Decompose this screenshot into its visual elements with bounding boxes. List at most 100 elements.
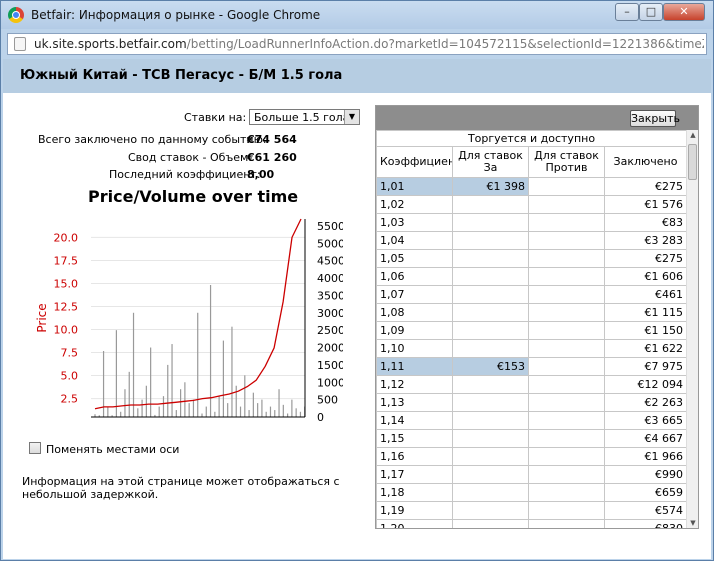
selection-value: Больше 1.5 гола — [254, 111, 350, 124]
matched-cell: €12 094 — [604, 375, 687, 394]
back-cell[interactable] — [452, 519, 529, 528]
table-row: 1,17 €990 — [376, 465, 687, 484]
lay-cell[interactable] — [528, 501, 605, 520]
table-row: 1,08 €1 115 — [376, 303, 687, 322]
lay-cell[interactable] — [528, 519, 605, 528]
back-cell[interactable] — [452, 321, 529, 340]
maximize-button[interactable]: □ — [639, 3, 663, 21]
odds-cell: 1,07 — [376, 285, 453, 304]
back-cell[interactable] — [452, 429, 529, 448]
matched-cell: €990 — [604, 465, 687, 484]
lay-cell[interactable] — [528, 267, 605, 286]
matched-cell: €7 975 — [604, 357, 687, 376]
table-row: 1,01 €1 398 €275 — [376, 177, 687, 196]
scroll-down-icon[interactable]: ▼ — [688, 518, 698, 528]
left-tick-label: 5.0 — [61, 370, 79, 383]
matched-cell: €1 150 — [604, 321, 687, 340]
back-cell[interactable] — [452, 303, 529, 322]
lay-cell[interactable] — [528, 285, 605, 304]
minimize-button[interactable]: – — [615, 3, 639, 21]
lay-cell[interactable] — [528, 429, 605, 448]
lay-cell[interactable] — [528, 231, 605, 250]
table-row: 1,20 €830 — [376, 519, 687, 528]
back-cell[interactable] — [452, 501, 529, 520]
url-host: uk.site.sports.betfair.com — [34, 37, 187, 51]
lay-cell[interactable] — [528, 357, 605, 376]
matched-cell: €1 606 — [604, 267, 687, 286]
odds-cell: 1,19 — [376, 501, 453, 520]
lay-cell[interactable] — [528, 213, 605, 232]
url-text[interactable]: uk.site.sports.betfair.com/betting/LoadR… — [34, 37, 704, 51]
right-tick-label: 2000 — [317, 342, 343, 355]
total-matched-label: Всего заключено по данному событию: — [38, 133, 267, 146]
matched-cell: €275 — [604, 177, 687, 196]
back-cell[interactable] — [452, 339, 529, 358]
back-cell[interactable] — [452, 483, 529, 502]
col-matched-header: Заключено — [604, 146, 687, 178]
back-cell[interactable] — [452, 393, 529, 412]
odds-cell: 1,02 — [376, 195, 453, 214]
left-tick-label: 20.0 — [54, 231, 79, 244]
matched-cell: €2 263 — [604, 393, 687, 412]
lay-cell[interactable] — [528, 303, 605, 322]
matched-cell: €1 576 — [604, 195, 687, 214]
group-header: Торгуется и доступно — [376, 130, 687, 147]
table-scrollbar[interactable]: ▲ ▼ — [686, 130, 698, 528]
volume-value: €61 260 — [247, 151, 297, 164]
right-tick-label: 3500 — [317, 289, 343, 302]
back-cell[interactable] — [452, 285, 529, 304]
address-bar[interactable]: uk.site.sports.betfair.com/betting/LoadR… — [7, 33, 707, 55]
title-bar: Betfair: Информация о рынке - Google Chr… — [1, 1, 713, 29]
back-cell[interactable] — [452, 213, 529, 232]
back-cell[interactable] — [452, 465, 529, 484]
back-cell[interactable] — [452, 249, 529, 268]
back-cell[interactable] — [452, 375, 529, 394]
lay-cell[interactable] — [528, 447, 605, 466]
lay-cell[interactable] — [528, 465, 605, 484]
odds-cell: 1,18 — [376, 483, 453, 502]
back-cell[interactable] — [452, 447, 529, 466]
back-cell[interactable] — [452, 267, 529, 286]
lay-cell[interactable] — [528, 321, 605, 340]
lay-cell[interactable] — [528, 177, 605, 196]
odds-cell: 1,06 — [376, 267, 453, 286]
lay-cell[interactable] — [528, 411, 605, 430]
back-cell[interactable] — [452, 195, 529, 214]
lay-cell[interactable] — [528, 483, 605, 502]
right-tick-label: 5500 — [317, 220, 343, 233]
odds-cell: 1,17 — [376, 465, 453, 484]
lay-cell[interactable] — [528, 393, 605, 412]
odds-cell: 1,11 — [376, 357, 453, 376]
lay-cell[interactable] — [528, 375, 605, 394]
table-row: 1,14 €3 665 — [376, 411, 687, 430]
close-window-button[interactable]: ✕ — [663, 3, 705, 21]
table-row: 1,15 €4 667 — [376, 429, 687, 448]
back-cell[interactable]: €153 — [452, 357, 529, 376]
swap-axes-label[interactable]: Поменять местами оси — [46, 443, 179, 456]
lay-cell[interactable] — [528, 195, 605, 214]
page-content: Южный Китай - TCB Пегасус - Б/М 1.5 гола… — [3, 59, 711, 559]
close-button[interactable]: Закрыть — [630, 110, 680, 127]
odds-cell: 1,13 — [376, 393, 453, 412]
swap-axes-checkbox[interactable] — [29, 442, 41, 454]
table-row: 1,03 €83 — [376, 213, 687, 232]
panel-toolbar: Закрыть — [376, 106, 698, 130]
left-tick-label: 12.5 — [54, 300, 79, 313]
back-cell[interactable] — [452, 411, 529, 430]
lay-cell[interactable] — [528, 249, 605, 268]
selection-dropdown[interactable]: Больше 1.5 гола ▼ — [249, 109, 360, 125]
odds-cell: 1,14 — [376, 411, 453, 430]
left-tick-label: 17.5 — [54, 254, 79, 267]
odds-cell: 1,09 — [376, 321, 453, 340]
col-lay-header: Для ставок Против — [528, 146, 605, 178]
scroll-thumb[interactable] — [688, 144, 697, 180]
lay-cell[interactable] — [528, 339, 605, 358]
chevron-down-icon[interactable]: ▼ — [344, 110, 359, 124]
scroll-up-icon[interactable]: ▲ — [688, 130, 698, 140]
back-cell[interactable]: €1 398 — [452, 177, 529, 196]
price-table: Торгуется и доступно Коэффициент Для ста… — [376, 130, 687, 528]
back-cell[interactable] — [452, 231, 529, 250]
matched-cell: €3 283 — [604, 231, 687, 250]
table-row: 1,07 €461 — [376, 285, 687, 304]
matched-cell: €275 — [604, 249, 687, 268]
